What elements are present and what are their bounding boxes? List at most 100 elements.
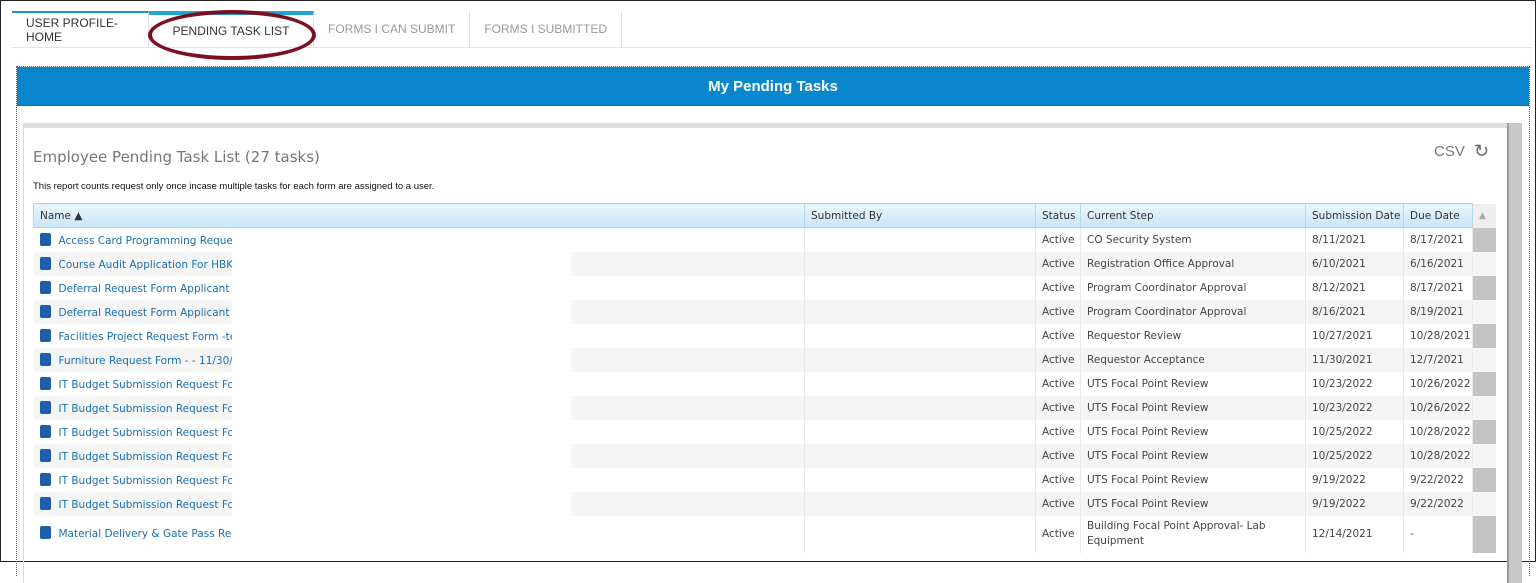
submission-date-cell-text: 8/16/2021	[1312, 305, 1366, 318]
table-scrollbar[interactable]	[1472, 515, 1496, 553]
due-date-cell-text: 6/16/2021	[1410, 257, 1464, 270]
due-date-cell-text: 12/7/2021	[1410, 353, 1464, 366]
current-step-cell: UTS Focal Point Review	[1080, 371, 1306, 396]
document-icon	[39, 472, 51, 486]
due-date-cell-text: 8/17/2021	[1410, 233, 1464, 246]
status-cell-text: Active	[1042, 305, 1075, 318]
current-step-cell-text: Requestor Acceptance	[1087, 353, 1205, 366]
submitted-by-cell	[804, 227, 1036, 252]
current-step-cell: Building Focal Point Approval- Lab Equip…	[1080, 515, 1306, 553]
status-cell-text: Active	[1042, 425, 1075, 438]
submission-date-cell-text: 8/12/2021	[1312, 281, 1366, 294]
outer-scrollbar[interactable]	[1507, 123, 1522, 583]
status-cell: Active	[1035, 491, 1081, 516]
column-header-due-date[interactable]: Due Date	[1403, 203, 1473, 228]
form-name-link-text[interactable]: Facilities Project Request Form -test	[59, 331, 246, 343]
current-step-cell-text: UTS Focal Point Review	[1087, 473, 1209, 486]
document-icon	[39, 526, 51, 539]
tab-pending-task-list[interactable]: PENDING TASK LIST	[149, 11, 314, 47]
document-icon	[39, 400, 51, 414]
table-scrollbar[interactable]	[1472, 467, 1496, 492]
due-date-cell-text: 10/28/2021	[1410, 329, 1471, 342]
current-step-cell-text: UTS Focal Point Review	[1087, 449, 1209, 462]
form-name-link-text[interactable]: Material Delivery & Gate Pass Requ	[59, 528, 245, 540]
table-scrollbar[interactable]	[1472, 323, 1496, 348]
form-name-link-text[interactable]: IT Budget Submission Request Form	[59, 451, 249, 463]
column-header-name[interactable]: Name ▲	[33, 203, 805, 228]
form-name-link-text[interactable]: Deferral Request Form Applicant Fo	[59, 283, 245, 295]
csv-export-button[interactable]: CSV	[1434, 143, 1465, 160]
submission-date-cell: 10/23/2022	[1305, 371, 1404, 396]
status-cell-text: Active	[1042, 473, 1075, 486]
submission-date-cell-text: 11/30/2021	[1312, 353, 1373, 366]
due-date-cell-text: 10/26/2022	[1410, 377, 1471, 390]
due-date-cell-text: -	[1410, 527, 1414, 540]
status-cell: Active	[1035, 371, 1081, 396]
due-date-cell: 8/19/2021	[1403, 299, 1473, 324]
due-date-cell-text: 10/26/2022	[1410, 401, 1471, 414]
scroll-up-button[interactable]: ▲	[1472, 203, 1496, 228]
table-scrollbar[interactable]	[1472, 251, 1496, 276]
table-scrollbar[interactable]	[1472, 227, 1496, 252]
submitted-by-cell	[804, 299, 1036, 324]
due-date-cell: 9/22/2022	[1403, 467, 1473, 492]
status-cell-text: Active	[1042, 449, 1075, 462]
current-step-cell: Requestor Acceptance	[1080, 347, 1306, 372]
due-date-cell: 10/26/2022	[1403, 371, 1473, 396]
table-scrollbar[interactable]	[1472, 347, 1496, 372]
document-icon	[39, 280, 51, 294]
table-scrollbar[interactable]	[1472, 443, 1496, 468]
submitted-by-cell	[804, 275, 1036, 300]
status-cell-text: Active	[1042, 257, 1075, 270]
document-icon	[39, 376, 51, 390]
tab-forms-i-can-submit[interactable]: FORMS I CAN SUBMIT	[314, 11, 471, 47]
submission-date-cell: 9/19/2022	[1305, 491, 1404, 516]
table-scrollbar[interactable]	[1472, 371, 1496, 396]
form-name-link-text[interactable]: Course Audit Application For HBKU	[59, 259, 241, 271]
form-name-link-text[interactable]: IT Budget Submission Request Form	[59, 499, 249, 511]
current-step-cell-text: UTS Focal Point Review	[1087, 497, 1209, 510]
submitted-by-cell	[804, 491, 1036, 516]
refresh-icon[interactable]: ↻	[1474, 141, 1489, 162]
current-step-cell-text: Building Focal Point Approval- Lab Equip…	[1087, 520, 1266, 547]
status-cell: Active	[1035, 467, 1081, 492]
submission-date-cell: 10/25/2022	[1305, 443, 1404, 468]
form-name-link-text[interactable]: IT Budget Submission Request Form	[59, 475, 249, 487]
tab-user-profile-home[interactable]: USER PROFILE- HOME	[12, 11, 149, 47]
submission-date-cell-text: 8/11/2021	[1312, 233, 1366, 246]
current-step-cell: UTS Focal Point Review	[1080, 443, 1306, 468]
submission-date-cell-text: 10/27/2021	[1312, 329, 1373, 342]
submitted-by-cell	[804, 515, 1036, 553]
form-name-link-text[interactable]: Access Card Programming Request	[59, 235, 243, 247]
column-header-current-step[interactable]: Current Step	[1080, 203, 1306, 228]
status-cell-text: Active	[1042, 281, 1075, 294]
current-step-cell: Requestor Review	[1080, 323, 1306, 348]
column-header-submitted-by[interactable]: Submitted By	[804, 203, 1036, 228]
table-scrollbar[interactable]	[1472, 275, 1496, 300]
status-cell: Active	[1035, 227, 1081, 252]
document-icon	[39, 328, 51, 342]
column-header-submission-date[interactable]: Submission Date	[1305, 203, 1404, 228]
due-date-cell: 8/17/2021	[1403, 227, 1473, 252]
tab-forms-i-submitted[interactable]: FORMS I SUBMITTED	[470, 11, 623, 47]
current-step-cell-text: Program Coordinator Approval	[1087, 281, 1247, 294]
status-cell: Active	[1035, 323, 1081, 348]
due-date-cell-text: 8/17/2021	[1410, 281, 1464, 294]
form-name-link-text[interactable]: IT Budget Submission Request Form	[59, 403, 249, 415]
column-header-status[interactable]: Status	[1035, 203, 1081, 228]
submission-date-cell-text: 6/10/2021	[1312, 257, 1366, 270]
submission-date-cell-text: 10/23/2022	[1312, 401, 1373, 414]
form-name-link-text[interactable]: Furniture Request Form - - 11/30/2	[59, 355, 240, 367]
table-scrollbar[interactable]	[1472, 299, 1496, 324]
submitted-by-cell	[804, 371, 1036, 396]
table-scrollbar[interactable]	[1472, 491, 1496, 516]
submission-date-cell-text: 12/14/2021	[1312, 527, 1373, 540]
status-cell: Active	[1035, 347, 1081, 372]
form-name-link-text[interactable]: IT Budget Submission Request Form	[59, 427, 249, 439]
document-icon	[39, 256, 51, 270]
table-scrollbar[interactable]	[1472, 419, 1496, 444]
due-date-cell: -	[1403, 515, 1473, 553]
form-name-link-text[interactable]: IT Budget Submission Request Form	[59, 379, 249, 391]
form-name-link-text[interactable]: Deferral Request Form Applicant Fo	[59, 307, 245, 319]
table-scrollbar[interactable]	[1472, 395, 1496, 420]
